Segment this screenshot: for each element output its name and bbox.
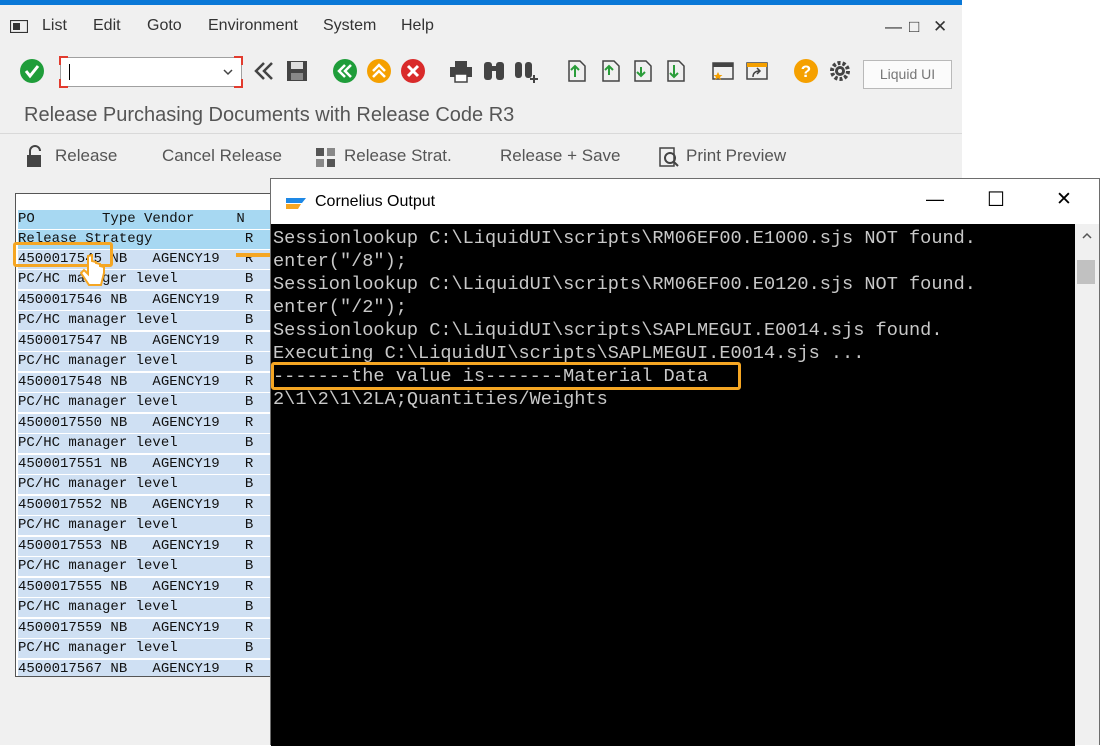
release-lock-icon[interactable] [24, 145, 46, 169]
pointer-cursor-icon [80, 254, 105, 286]
enter-icon[interactable] [18, 57, 46, 85]
last-page-icon[interactable] [661, 57, 689, 85]
table-header: PO Type Vendor N [18, 210, 274, 229]
table-row[interactable]: 4500017553 NB AGENCY19 R [18, 537, 274, 556]
table-row[interactable]: 4500017555 NB AGENCY19 R [18, 578, 274, 597]
shortcut-icon[interactable] [743, 57, 771, 85]
cornelius-close-button[interactable]: ✕ [1056, 188, 1072, 211]
page-title: Release Purchasing Documents with Releas… [24, 104, 515, 126]
cornelius-logo-icon [286, 198, 306, 209]
settings-icon[interactable] [826, 57, 854, 85]
menu-edit[interactable]: Edit [93, 17, 121, 35]
table-row[interactable]: 4500017550 NB AGENCY19 R [18, 414, 274, 433]
console-scrollbar[interactable] [1075, 224, 1099, 745]
exit-icon[interactable] [365, 57, 393, 85]
release-strategy-button[interactable]: Release Strat. [344, 146, 452, 166]
print-preview-button[interactable]: Print Preview [686, 146, 786, 166]
scroll-thumb[interactable] [1077, 260, 1095, 284]
command-field[interactable] [59, 56, 243, 88]
print-icon[interactable] [447, 57, 475, 85]
release-strategy-icon[interactable] [314, 145, 338, 169]
table-row[interactable]: PC/HC manager level B [18, 393, 274, 412]
table-row[interactable]: PC/HC manager level B [18, 311, 274, 330]
help-icon[interactable]: ? [792, 57, 820, 85]
menu-environment[interactable]: Environment [208, 17, 298, 35]
console-line: enter("/8"); [273, 251, 407, 272]
cornelius-output-window: Cornelius Output — ☐ ✕ Sessionlookup C:\… [270, 178, 1100, 746]
scroll-up-icon[interactable] [1082, 232, 1092, 240]
prev-page-icon[interactable] [596, 57, 624, 85]
menu-system[interactable]: System [323, 17, 376, 35]
close-button[interactable]: ✕ [933, 17, 947, 37]
table-row[interactable]: PC/HC manager level B [18, 270, 274, 289]
save-icon[interactable] [283, 57, 311, 85]
console-line: Sessionlookup C:\LiquidUI\scripts\RM06EF… [273, 274, 976, 295]
table-row[interactable]: 4500017547 NB AGENCY19 R [18, 332, 274, 351]
console-line: enter("/2"); [273, 297, 407, 318]
find-next-icon[interactable] [512, 57, 540, 85]
table-row[interactable]: PC/HC manager level B [18, 434, 274, 453]
table-row[interactable]: PC/HC manager level B [18, 475, 274, 494]
next-page-icon[interactable] [628, 57, 656, 85]
table-row[interactable]: PC/HC manager level B [18, 598, 274, 617]
menu-goto[interactable]: Goto [147, 17, 182, 35]
maximize-button[interactable]: □ [909, 17, 919, 37]
value-highlight [271, 362, 741, 390]
console-line: Sessionlookup C:\LiquidUI\scripts\SAPLME… [273, 320, 943, 341]
window-title: Cornelius Output [315, 193, 436, 210]
menu-bar: List Edit Goto Environment System Help —… [0, 10, 962, 42]
create-session-icon[interactable] [709, 57, 737, 85]
release-button[interactable]: Release [55, 146, 117, 166]
menu-list[interactable]: List [42, 17, 67, 35]
console-line: 2\1\2\1\2LA;Quantities/Weights [273, 389, 608, 410]
console-output: Sessionlookup C:\LiquidUI\scripts\RM06EF… [271, 224, 1075, 746]
find-icon[interactable] [480, 57, 508, 85]
back-green-icon[interactable] [331, 57, 359, 85]
first-page-icon[interactable] [562, 57, 590, 85]
table-row[interactable]: 4500017567 NB AGENCY19 R [18, 660, 274, 676]
liquid-ui-button[interactable]: Liquid UI [863, 60, 952, 89]
back-icon[interactable] [250, 57, 278, 85]
release-save-button[interactable]: Release + Save [500, 146, 621, 166]
cornelius-minimize-button[interactable]: — [926, 189, 944, 210]
table-row[interactable]: PC/HC manager level B [18, 557, 274, 576]
menu-logo-icon[interactable] [10, 20, 28, 33]
table-row[interactable]: 4500017551 NB AGENCY19 R [18, 455, 274, 474]
title-divider [0, 133, 962, 134]
table-row[interactable]: 4500017559 NB AGENCY19 R [18, 619, 274, 638]
table-row[interactable]: 4500017552 NB AGENCY19 R [18, 496, 274, 515]
table-row[interactable]: 4500017546 NB AGENCY19 R [18, 291, 274, 310]
chevron-down-icon[interactable] [223, 68, 233, 76]
cancel-release-button[interactable]: Cancel Release [162, 146, 282, 166]
console-line: Sessionlookup C:\LiquidUI\scripts\RM06EF… [273, 228, 976, 249]
table-row[interactable]: PC/HC manager level B [18, 639, 274, 658]
table-row[interactable]: 4500017548 NB AGENCY19 R [18, 373, 274, 392]
minimize-button[interactable]: — [885, 17, 902, 37]
table-row[interactable]: PC/HC manager level B [18, 516, 274, 535]
cornelius-maximize-button[interactable]: ☐ [987, 187, 1005, 212]
print-preview-icon[interactable] [656, 145, 680, 169]
cancel-icon[interactable] [399, 57, 427, 85]
menu-help[interactable]: Help [401, 17, 434, 35]
table-row[interactable]: PC/HC manager level B [18, 352, 274, 371]
svg-text:?: ? [801, 62, 811, 81]
